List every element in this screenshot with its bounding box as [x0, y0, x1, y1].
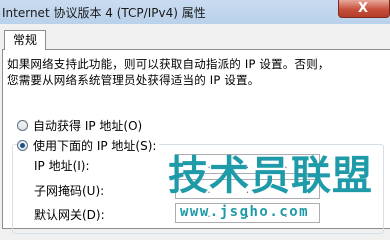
ip-address-label: IP 地址(I): — [34, 159, 90, 173]
watermark-text: 技术员联盟 — [168, 153, 373, 199]
close-button[interactable]: X — [338, 0, 390, 18]
title-bar: Internet 协议版本 4 (TCP/IPv4) 属性 X — [0, 0, 390, 24]
watermark-url: www.jsgho.com — [180, 204, 310, 220]
manual-ip-label: 使用下面的 IP 地址(S): — [33, 138, 157, 153]
tab-general[interactable]: 常规 — [4, 30, 46, 50]
subnet-mask-label: 子网掩码(U): — [34, 184, 105, 198]
manual-ip-radio[interactable] — [17, 139, 28, 151]
description-line-1: 如果网络支持此功能，则可以获取自动指派的 IP 设置。否则， — [7, 57, 330, 71]
close-icon: X — [358, 1, 369, 16]
auto-ip-radio[interactable] — [17, 119, 28, 131]
manual-ip-option[interactable]: 使用下面的 IP 地址(S): — [17, 137, 160, 153]
default-gateway-label: 默认网关(D): — [34, 208, 105, 222]
description-line-2: 您需要从网络系统管理员处获得适当的 IP 设置。 — [7, 73, 260, 87]
window-title: Internet 协议版本 4 (TCP/IPv4) 属性 — [2, 6, 206, 20]
description-text: 如果网络支持此功能，则可以获取自动指派的 IP 设置。否则， 您需要从网络系统管… — [7, 56, 387, 88]
watermark-logo: 技术员联盟 www.jsgho.com — [168, 148, 390, 224]
auto-ip-label: 自动获得 IP 地址(O) — [33, 118, 143, 133]
auto-ip-option[interactable]: 自动获得 IP 地址(O) — [17, 117, 142, 133]
